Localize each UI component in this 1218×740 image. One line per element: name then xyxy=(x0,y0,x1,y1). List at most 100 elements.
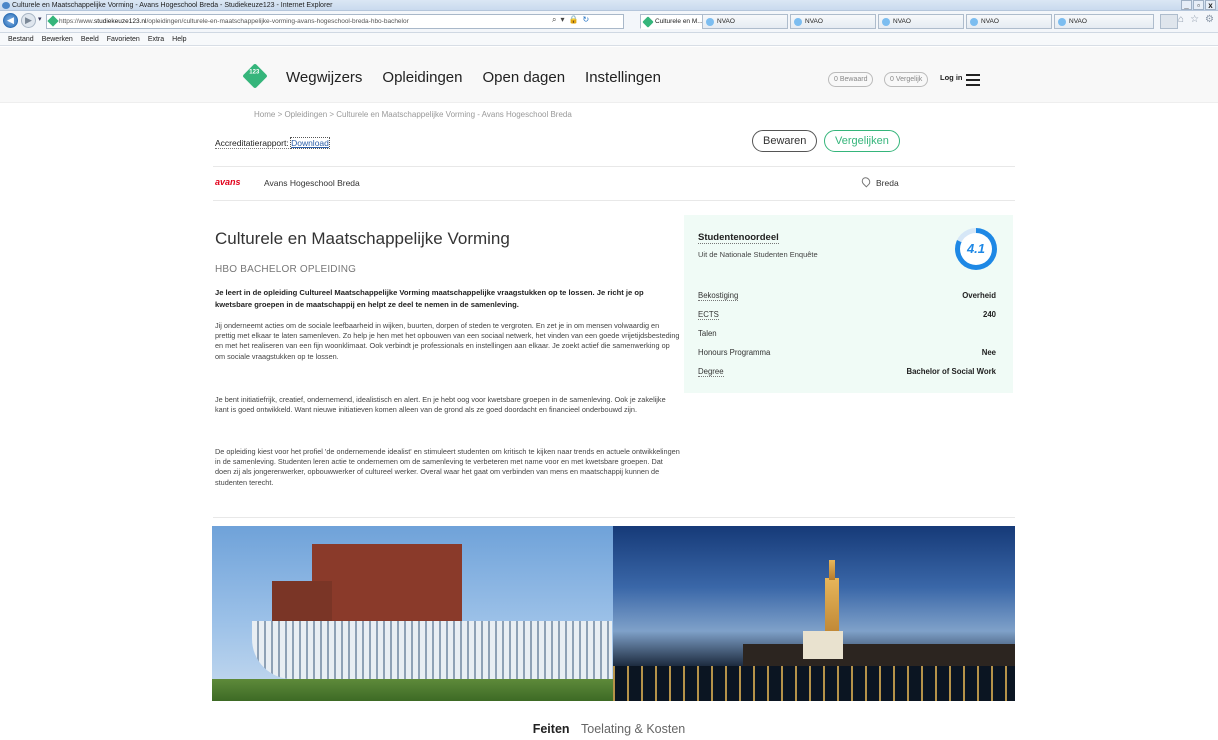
forward-button[interactable]: ▶ xyxy=(21,13,36,28)
browser-tab[interactable]: NVAO xyxy=(702,14,788,29)
vergelijk-counter[interactable]: 0 Vergelijk xyxy=(884,72,929,87)
fact-row-ects: ECTS 240 xyxy=(698,310,996,320)
fact-key: Talen xyxy=(698,329,717,338)
accreditation-label: Accreditatierapport: xyxy=(215,138,289,149)
tab-label: NVAO xyxy=(981,18,999,25)
browser-tab[interactable]: NVAO xyxy=(966,14,1052,29)
program-title: Culturele en Maatschappelijke Vorming xyxy=(215,229,510,248)
score-value: 4.1 xyxy=(960,233,992,265)
fact-value: Overheid xyxy=(962,291,996,300)
menu-item-help[interactable]: Help xyxy=(172,33,186,45)
location-pin-icon xyxy=(859,175,873,188)
site-header: Wegwijzers Opleidingen Open dagen Instel… xyxy=(0,47,1218,103)
studiekeuze123-logo[interactable] xyxy=(242,63,268,89)
campus-photo xyxy=(212,526,613,701)
download-link[interactable]: Download xyxy=(290,137,330,149)
fact-row-honours: Honours Programma Nee xyxy=(698,348,996,357)
menu-item-beeld[interactable]: Beeld xyxy=(81,33,99,45)
minimize-button[interactable]: _ xyxy=(1181,0,1192,10)
program-paragraph-1: Jij onderneemt acties om de sociale leef… xyxy=(215,321,680,361)
breadcrumb[interactable]: Home > Opleidingen > Culturele en Maatsc… xyxy=(254,110,572,119)
browser-tab[interactable]: NVAO xyxy=(1054,14,1154,29)
nav-open-dagen[interactable]: Open dagen xyxy=(482,69,565,86)
ie-icon xyxy=(794,18,802,26)
window-controls: _ ▫ x xyxy=(1181,0,1216,10)
browser-tab[interactable]: NVAO xyxy=(790,14,876,29)
accreditation-line: Accreditatierapport: Download xyxy=(215,137,330,149)
close-window-button[interactable]: x xyxy=(1205,0,1216,10)
address-bar[interactable]: https://www.studiekeuze123.nl/opleidinge… xyxy=(46,14,624,29)
new-tab-button[interactable] xyxy=(1160,14,1178,29)
compare-button[interactable]: Vergelijken xyxy=(824,130,900,152)
ie-icon xyxy=(970,18,978,26)
menu-item-favorieten[interactable]: Favorieten xyxy=(107,33,140,45)
menu-bar: Bestand Bewerken Beeld Favorieten Extra … xyxy=(0,33,1218,46)
home-icon[interactable]: ⌂ xyxy=(1178,14,1184,25)
back-button[interactable]: ◀ xyxy=(3,13,18,28)
fact-key[interactable]: ECTS xyxy=(698,310,719,320)
fact-value: Nee xyxy=(981,348,996,357)
menu-item-extra[interactable]: Extra xyxy=(148,33,164,45)
search-icon[interactable]: ⌕ xyxy=(552,15,556,25)
site-favicon xyxy=(47,15,59,27)
refresh-icon[interactable]: ↻ xyxy=(582,15,589,25)
ie-icon xyxy=(706,18,714,26)
content-tabs: Feiten Toelating & Kosten xyxy=(0,722,1218,736)
menu-item-bestand[interactable]: Bestand xyxy=(8,33,34,45)
address-toolbar: ◀ ▶ ▾ https://www.studiekeuze123.nl/ople… xyxy=(0,11,1218,33)
nav-opleidingen[interactable]: Opleidingen xyxy=(382,69,462,86)
fact-value: 240 xyxy=(982,310,996,319)
fact-row-bekostiging: Bekostiging Overheid xyxy=(698,291,996,301)
main-nav: Wegwijzers Opleidingen Open dagen Instel… xyxy=(286,69,661,86)
window-title: Culturele en Maatschappelijke Vorming - … xyxy=(12,2,333,9)
tab-label: Culturele en M... xyxy=(655,18,703,25)
save-button[interactable]: Bewaren xyxy=(752,130,818,152)
program-intro: Je leert in de opleiding Cultureel Maats… xyxy=(215,288,644,309)
history-dropdown-icon[interactable]: ▾ xyxy=(38,15,42,23)
divider xyxy=(213,200,1015,201)
tab-label: NVAO xyxy=(1069,18,1087,25)
tab-feiten[interactable]: Feiten xyxy=(533,722,570,736)
fact-key[interactable]: Degree xyxy=(698,367,724,377)
window-titlebar: Culturele en Maatschappelijke Vorming - … xyxy=(0,0,1218,11)
url-path: /opleidingen/culturele-en-maatschappelij… xyxy=(146,18,409,25)
bewaard-counter[interactable]: 0 Bewaard xyxy=(828,72,874,87)
maximize-button[interactable]: ▫ xyxy=(1193,0,1204,10)
lock-icon[interactable]: 🔒 xyxy=(569,15,579,25)
student-rating-source: Uit de Nationale Studenten Enquête xyxy=(698,250,818,259)
fact-row-talen: Talen xyxy=(698,329,996,338)
institution-city: Breda xyxy=(876,178,899,188)
tab-label: NVAO xyxy=(893,18,911,25)
program-paragraph-3: De opleiding kiest voor het profiel 'de … xyxy=(215,447,680,487)
nav-wegwijzers[interactable]: Wegwijzers xyxy=(286,69,362,86)
dropdown-icon[interactable]: ▾ xyxy=(560,15,564,25)
browser-tab[interactable]: NVAO xyxy=(878,14,964,29)
fact-box: Studentenoordeel Uit de Nationale Studen… xyxy=(684,215,1013,393)
ie-icon xyxy=(882,18,890,26)
tab-label: NVAO xyxy=(805,18,823,25)
ie-icon xyxy=(2,2,10,9)
fact-row-degree: Degree Bachelor of Social Work xyxy=(698,367,996,377)
tab-toelating-kosten[interactable]: Toelating & Kosten xyxy=(581,722,685,736)
institution-name[interactable]: Avans Hogeschool Breda xyxy=(264,178,360,188)
tab-label: NVAO xyxy=(717,18,735,25)
url-prefix: https://www. xyxy=(59,18,95,25)
fact-key[interactable]: Bekostiging xyxy=(698,291,739,301)
banner-image xyxy=(212,526,1015,701)
gear-icon[interactable]: ⚙ xyxy=(1205,14,1214,25)
divider xyxy=(213,517,1015,518)
login-link[interactable]: Log in xyxy=(940,73,963,82)
avans-logo: avans xyxy=(215,177,241,187)
program-subtitle: HBO BACHELOR OPLEIDING xyxy=(215,264,357,275)
divider xyxy=(213,166,1015,167)
student-rating-title[interactable]: Studentenoordeel xyxy=(698,232,779,244)
hamburger-menu-icon[interactable] xyxy=(966,74,980,89)
favorites-star-icon[interactable]: ☆ xyxy=(1190,14,1199,25)
fact-key: Honours Programma xyxy=(698,348,771,357)
score-ring: 4.1 xyxy=(955,228,997,270)
program-paragraph-2: Je bent initiatiefrijk, creatief, ondern… xyxy=(215,395,666,415)
menu-item-bewerken[interactable]: Bewerken xyxy=(42,33,73,45)
url-domain: studiekeuze123.nl xyxy=(94,18,147,25)
browser-right-icons: ⌂ ☆ ⚙ xyxy=(1178,14,1214,25)
nav-instellingen[interactable]: Instellingen xyxy=(585,69,661,86)
